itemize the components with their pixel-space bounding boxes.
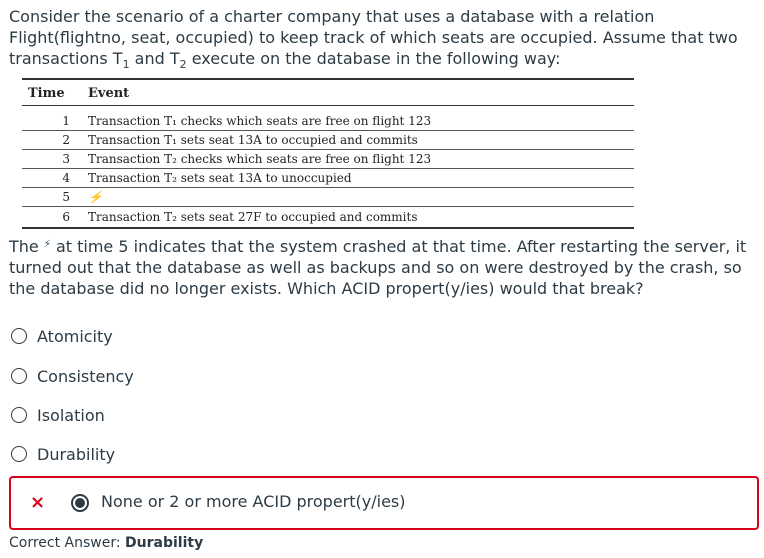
option-atomicity[interactable]: Atomicity: [11, 324, 113, 348]
option-isolation[interactable]: Isolation: [11, 403, 105, 427]
correct-answer: Correct Answer: Durability: [9, 535, 203, 551]
radio-button[interactable]: [11, 328, 27, 344]
selected-radio-button[interactable]: [71, 494, 89, 512]
event-cell: Transaction T₂ sets seat 27F to occupied…: [84, 206, 634, 229]
table-row: 6 Transaction T₂ sets seat 27F to occupi…: [22, 206, 634, 229]
option-durability[interactable]: Durability: [11, 442, 115, 466]
event-cell: Transaction T₂ sets seat 13A to unoccupi…: [84, 168, 634, 188]
table-row: 1 Transaction T₁ checks which seats are …: [22, 112, 634, 131]
event-cell: Transaction T₁ checks which seats are fr…: [84, 112, 634, 131]
option-label: Atomicity: [37, 326, 113, 346]
event-cell: Transaction T₂ checks which seats are fr…: [84, 149, 634, 169]
event-header: Event: [84, 78, 634, 106]
lightning-icon: ⚡: [84, 187, 634, 207]
selected-option-label: None or 2 or more ACID propert(y/ies): [101, 492, 406, 511]
radio-button[interactable]: [11, 368, 27, 384]
event-cell: Transaction T₁ sets seat 13A to occupied…: [84, 130, 634, 150]
correct-answer-value: Durability: [125, 535, 204, 551]
table-header-row: Time Event: [22, 78, 634, 106]
table-row: 5 ⚡: [22, 187, 634, 207]
option-consistency[interactable]: Consistency: [11, 364, 134, 388]
incorrect-icon: ×: [30, 492, 46, 513]
event-table: Time Event 1 Transaction T₁ checks which…: [22, 78, 634, 229]
lightning-icon: ⚡: [43, 239, 51, 250]
time-cell: 1: [22, 112, 84, 131]
time-header: Time: [22, 78, 84, 106]
time-cell: 3: [22, 149, 84, 169]
selected-answer-box[interactable]: × None or 2 or more ACID propert(y/ies): [9, 476, 759, 530]
radio-button[interactable]: [11, 446, 27, 462]
table-row: 2 Transaction T₁ sets seat 13A to occupi…: [22, 130, 634, 150]
option-label: Isolation: [37, 405, 105, 425]
question-text: The ⚡ at time 5 indicates that the syste…: [9, 237, 747, 298]
option-label: Durability: [37, 444, 116, 464]
time-cell: 4: [22, 168, 84, 188]
table-row: 4 Transaction T₂ sets seat 13A to unoccu…: [22, 168, 634, 188]
radio-button[interactable]: [11, 407, 27, 423]
time-cell: 5: [22, 187, 84, 207]
correct-answer-label: Correct Answer:: [9, 535, 121, 551]
time-cell: 6: [22, 206, 84, 229]
time-cell: 2: [22, 130, 84, 150]
table-row: 3 Transaction T₂ checks which seats are …: [22, 149, 634, 169]
option-label: Consistency: [37, 366, 134, 386]
question-intro: Consider the scenario of a charter compa…: [9, 7, 738, 72]
